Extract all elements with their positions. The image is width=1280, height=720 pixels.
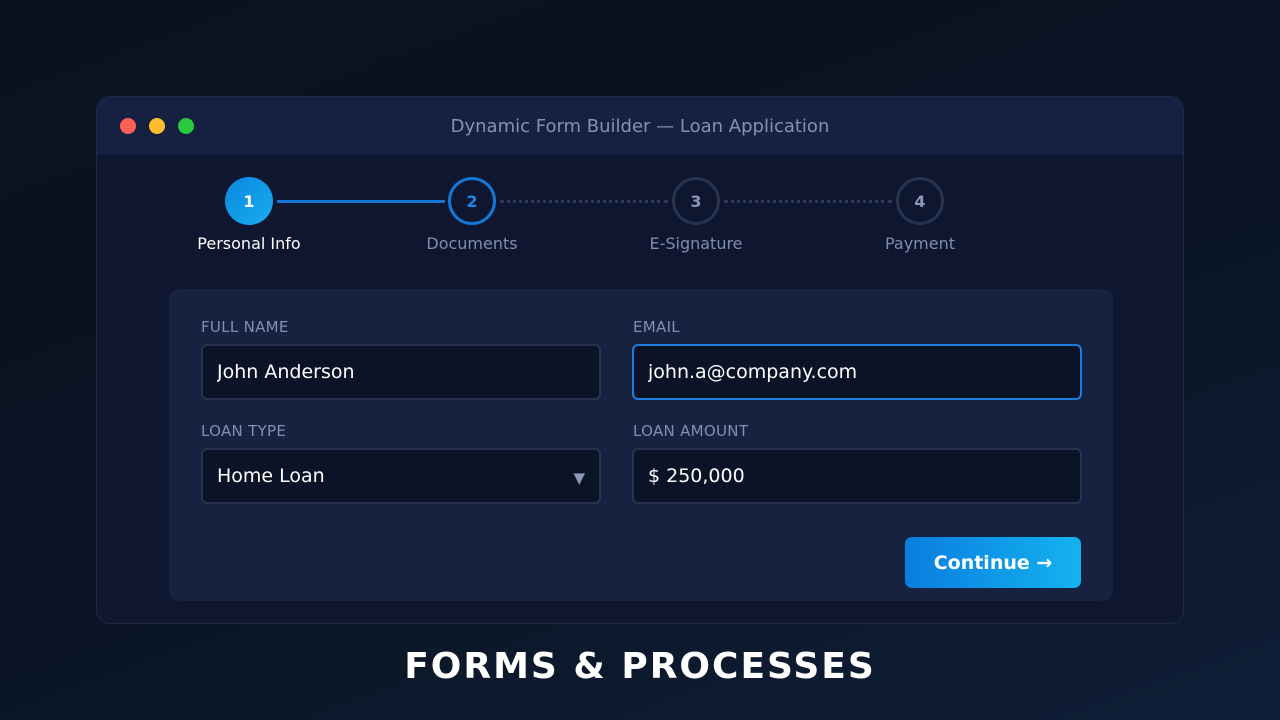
step-2-indicator[interactable]: 2 [448, 177, 496, 225]
email-label: EMAIL [633, 318, 680, 336]
app-window: Dynamic Form Builder — Loan Application … [96, 96, 1184, 624]
step-1-label: Personal Info [197, 234, 301, 253]
full-name-input[interactable] [201, 344, 601, 400]
step-connector-1-2 [277, 200, 445, 203]
loan-amount-input[interactable] [632, 448, 1082, 504]
step-3-label: E-Signature [649, 234, 743, 253]
chevron-down-icon: ▼ [573, 469, 585, 487]
step-2-label: Documents [426, 234, 518, 253]
step-connector-3-4 [724, 200, 892, 203]
window-title: Dynamic Form Builder — Loan Application [450, 116, 830, 137]
email-input[interactable] [632, 344, 1082, 400]
continue-button[interactable]: Continue → [905, 537, 1081, 588]
title-bar: Dynamic Form Builder — Loan Application [97, 97, 1183, 155]
step-4-indicator[interactable]: 4 [896, 177, 944, 225]
loan-amount-label: LOAN AMOUNT [633, 422, 749, 440]
form-card: FULL NAME EMAIL LOAN TYPE Home Loan ▼ LO… [169, 289, 1113, 601]
full-name-label: FULL NAME [201, 318, 289, 336]
loan-type-selected-value: Home Loan [217, 465, 325, 487]
step-3-indicator[interactable]: 3 [672, 177, 720, 225]
loan-type-select[interactable]: Home Loan ▼ [201, 448, 601, 504]
step-connector-2-3 [500, 200, 668, 203]
page-caption: FORMS & PROCESSES [404, 646, 876, 687]
loan-type-label: LOAN TYPE [201, 422, 287, 440]
step-4-label: Payment [884, 234, 956, 253]
step-1-indicator[interactable]: 1 [225, 177, 273, 225]
